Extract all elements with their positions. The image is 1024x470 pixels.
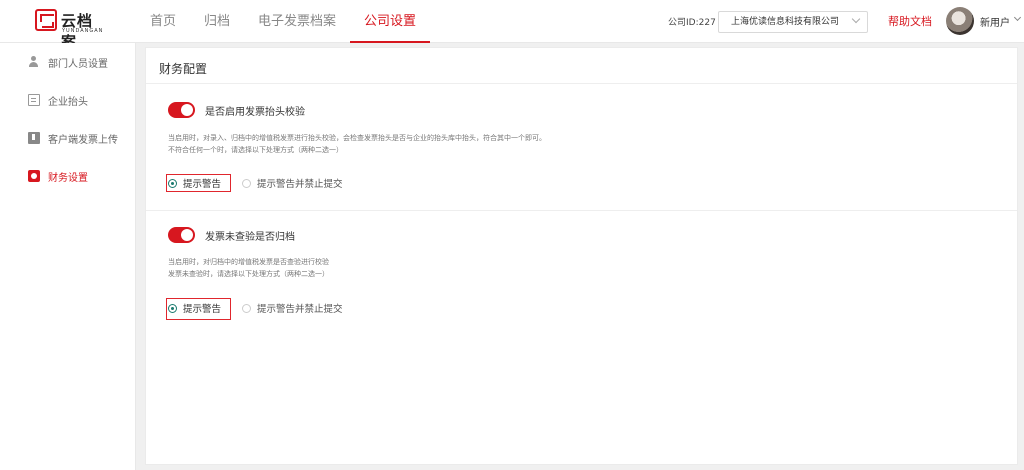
radio-label: 提示警告并禁止提交 [257, 179, 343, 190]
company-select[interactable]: 上海优读信息科技有限公司 [718, 11, 868, 33]
nav-e-invoice-archive[interactable]: 电子发票档案 [244, 0, 350, 43]
top-header: 云档案 YUNDANGAN 首页 归档 电子发票档案 公司设置 公司ID:227… [0, 0, 1024, 51]
sidebar-item-company-header[interactable]: 企业抬头 [0, 81, 135, 119]
radio-unchecked-icon [242, 178, 251, 188]
radio-label: 提示警告并禁止提交 [257, 304, 343, 315]
radio-unchecked-icon [242, 303, 251, 313]
nav-home[interactable]: 首页 [136, 0, 190, 43]
finance-config-card: 财务配置 是否启用发票抬头校验 当启用时，对录入、归档中的增值税发票进行抬头校验… [145, 47, 1018, 465]
main-nav: 首页 归档 电子发票档案 公司设置 [136, 0, 431, 43]
logo-mark-icon [35, 9, 57, 31]
header-check-option-warn-block[interactable]: 提示警告并禁止提交 [242, 176, 343, 190]
title-divider [146, 83, 1017, 84]
user-menu-chevron-icon[interactable] [1013, 13, 1022, 22]
sidebar-item-label: 客户端发票上传 [48, 134, 118, 146]
brand-sub: YUNDANGAN [62, 28, 104, 34]
unverified-invoice-archive-description: 当启用时，对归档中的增值税发票是否查验进行校验 发票未查验时，请选择以下处理方式… [168, 256, 329, 280]
sidebar-item-label: 部门人员设置 [48, 58, 108, 70]
company-select-value: 上海优读信息科技有限公司 [731, 17, 840, 27]
nav-archive[interactable]: 归档 [190, 0, 244, 43]
sidebar-item-label: 财务设置 [48, 172, 88, 184]
unverified-invoice-archive-label: 发票未查验是否归档 [205, 232, 295, 243]
description-line: 发票未查验时，请选择以下处理方式（两种二选一） [168, 270, 329, 278]
page-title: 财务配置 [159, 62, 208, 76]
avatar[interactable] [946, 7, 974, 35]
description-line: 不符合任何一个时，请选择以下处理方式（两种二选一） [168, 146, 343, 154]
company-id-label: 公司ID:227 [668, 18, 716, 28]
invoice-header-check-toggle[interactable] [168, 102, 195, 118]
document-icon [28, 94, 40, 106]
sidebar-item-client-invoice-upload[interactable]: 客户端发票上传 [0, 119, 135, 157]
description-line: 当启用时，对归档中的增值税发票是否查验进行校验 [168, 258, 329, 266]
nav-company-settings[interactable]: 公司设置 [350, 0, 431, 43]
help-docs-link[interactable]: 帮助文档 [888, 13, 932, 29]
upload-icon [28, 132, 40, 144]
brand-logo[interactable]: 云档案 YUNDANGAN [35, 9, 105, 51]
description-line: 当启用时，对录入、归档中的增值税发票进行抬头校验，会检查发票抬头是否与企业的抬头… [168, 134, 546, 142]
sidebar-item-label: 企业抬头 [48, 96, 88, 108]
unverified-option-warn-block[interactable]: 提示警告并禁止提交 [242, 301, 343, 315]
highlight-box [166, 298, 231, 320]
sidebar-item-department-staff[interactable]: 部门人员设置 [0, 43, 135, 81]
unverified-invoice-archive-toggle[interactable] [168, 227, 195, 243]
user-name[interactable]: 新用户 [980, 14, 1010, 29]
invoice-header-check-description: 当启用时，对录入、归档中的增值税发票进行抬头校验，会检查发票抬头是否与企业的抬头… [168, 132, 546, 156]
sidebar-item-finance-settings[interactable]: 财务设置 [0, 157, 135, 195]
sidebar: 部门人员设置 企业抬头 客户端发票上传 财务设置 [0, 43, 136, 470]
invoice-header-check-label: 是否启用发票抬头校验 [205, 107, 305, 118]
chevron-down-icon [851, 14, 861, 24]
gear-icon [28, 170, 40, 182]
people-icon [28, 56, 40, 68]
section-divider [146, 210, 1017, 211]
highlight-box [166, 174, 231, 192]
